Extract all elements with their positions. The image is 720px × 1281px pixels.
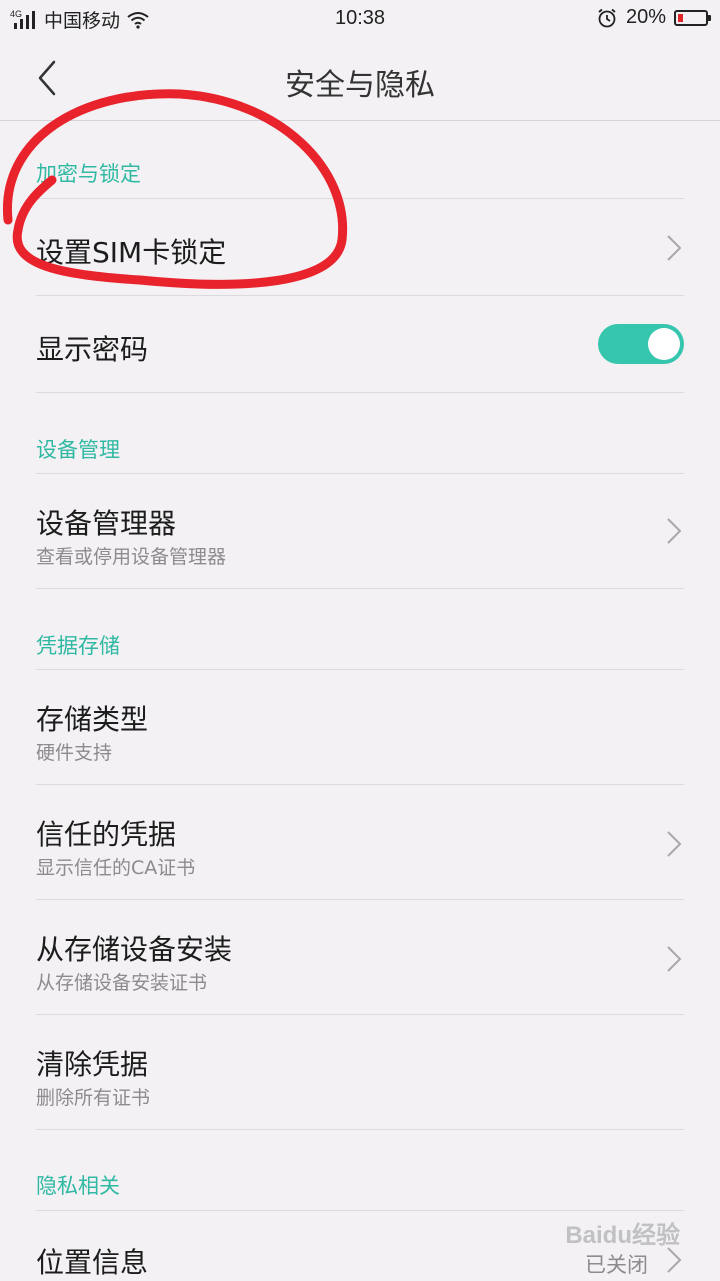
battery-icon xyxy=(674,9,711,26)
install-from-storage-label: 从存储设备安装 xyxy=(36,933,233,966)
device-admin-label: 设备管理器 xyxy=(36,507,177,540)
location-label: 位置信息 xyxy=(36,1246,149,1279)
storage-type-item[interactable]: 存储类型 硬件支持 xyxy=(36,670,684,784)
app-header: 安全与隐私 xyxy=(0,40,720,121)
alarm-icon xyxy=(598,8,616,27)
page-title: 安全与隐私 xyxy=(285,68,435,103)
device-admin-subtitle: 查看或停用设备管理器 xyxy=(36,546,227,568)
chevron-right-icon xyxy=(667,831,682,857)
location-value: 已关闭 xyxy=(585,1253,648,1277)
battery-level xyxy=(678,13,683,22)
sim-lock-label: 设置SIM卡锁定 xyxy=(36,236,227,269)
sim-lock-item[interactable]: 设置SIM卡锁定 xyxy=(36,199,684,295)
show-password-item[interactable]: 显示密码 xyxy=(36,296,684,392)
clear-credentials-label: 清除凭据 xyxy=(36,1048,149,1081)
storage-type-label: 存储类型 xyxy=(36,703,149,736)
trusted-credentials-label: 信任的凭据 xyxy=(36,818,177,851)
section-header-encryption: 加密与锁定 xyxy=(36,162,141,186)
divider xyxy=(36,392,684,393)
show-password-toggle[interactable] xyxy=(598,324,684,364)
battery-percent: 20% xyxy=(625,6,666,28)
clear-credentials-subtitle: 删除所有证书 xyxy=(36,1087,151,1109)
toggle-knob xyxy=(648,328,680,360)
trusted-credentials-subtitle: 显示信任的CA证书 xyxy=(36,857,196,879)
install-from-storage-subtitle: 从存储设备安装证书 xyxy=(36,972,208,994)
section-header-credentials: 凭据存储 xyxy=(36,634,120,658)
device-admin-item[interactable]: 设备管理器 查看或停用设备管理器 xyxy=(36,474,684,588)
section-header-privacy: 隐私相关 xyxy=(36,1174,120,1198)
status-right: 20% xyxy=(596,6,711,29)
chevron-right-icon xyxy=(667,518,682,544)
chevron-right-icon xyxy=(667,946,682,972)
section-header-device: 设备管理 xyxy=(36,438,120,462)
trusted-credentials-item[interactable]: 信任的凭据 显示信任的CA证书 xyxy=(36,785,684,899)
chevron-right-icon xyxy=(667,235,682,261)
show-password-label: 显示密码 xyxy=(36,333,149,366)
divider xyxy=(36,1129,684,1130)
clear-credentials-item[interactable]: 清除凭据 删除所有证书 xyxy=(36,1015,684,1129)
install-from-storage-item[interactable]: 从存储设备安装 从存储设备安装证书 xyxy=(36,900,684,1014)
status-bar: 4G 中国移动 10:38 20% xyxy=(0,0,720,40)
storage-type-subtitle: 硬件支持 xyxy=(36,742,113,764)
watermark: Baidu经验 xyxy=(565,1222,680,1249)
divider xyxy=(36,588,684,589)
